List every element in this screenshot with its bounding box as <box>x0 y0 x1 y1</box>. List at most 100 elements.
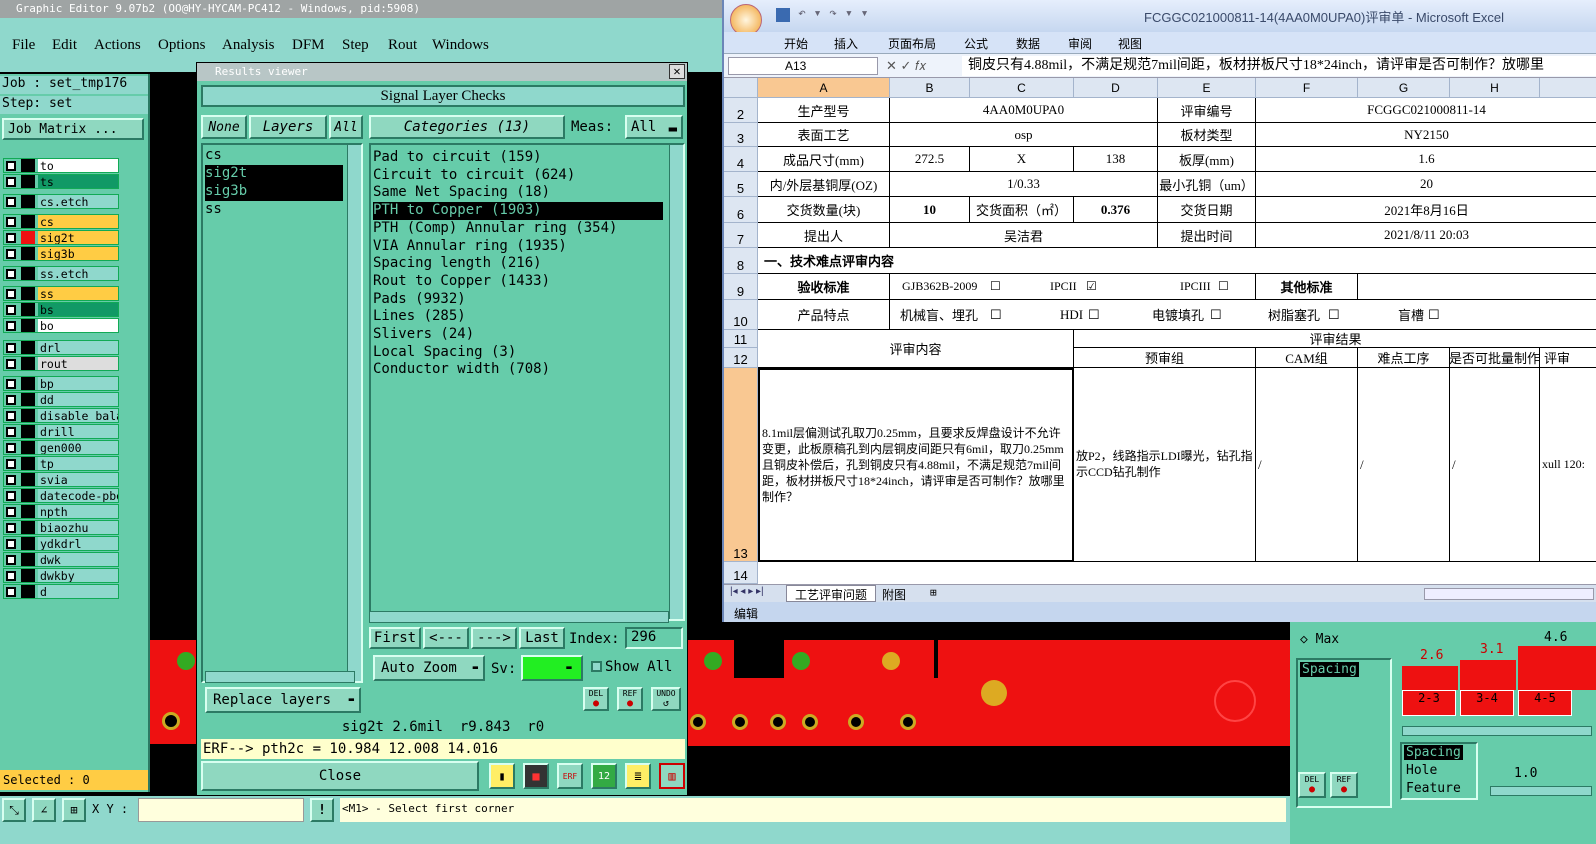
layer-item-tp[interactable]: tp <box>3 456 119 471</box>
tab-home[interactable]: 开始 <box>784 35 808 52</box>
cell[interactable]: 评审 <box>1540 348 1596 368</box>
layer-item-datecode-pbe[interactable]: datecode-pbe <box>3 488 119 503</box>
layer-checkbox[interactable] <box>6 571 16 581</box>
layer-checkbox[interactable] <box>6 459 16 469</box>
cell[interactable]: 内/外层基铜厚(OZ) <box>758 172 890 197</box>
cell[interactable]: / <box>1358 368 1450 562</box>
cell[interactable]: 难点工序 <box>1358 348 1450 368</box>
layer-checkbox[interactable] <box>6 289 16 299</box>
checkbox-icon[interactable]: ☐ <box>1428 307 1440 323</box>
cell[interactable]: 1/0.33 <box>890 172 1158 197</box>
categories-button[interactable]: Categories (13) <box>369 115 565 139</box>
prev-button[interactable]: <--- <box>423 627 469 649</box>
category-item[interactable]: PTH to Copper (1903) <box>373 202 663 220</box>
layer-checkbox[interactable] <box>6 555 16 565</box>
show-all-checkbox[interactable] <box>591 661 602 672</box>
cell[interactable]: 提出时间 <box>1158 223 1256 248</box>
category-item[interactable]: VIA Annular ring (1935) <box>373 238 663 256</box>
all-button[interactable]: All <box>329 115 363 139</box>
sheet-tab[interactable]: 附图 <box>882 586 906 603</box>
layer-item-bp[interactable]: bp <box>3 376 119 391</box>
histogram-icon[interactable]: ▥ <box>659 763 685 789</box>
cell[interactable]: 最小孔铜（um） <box>1158 172 1256 197</box>
cell[interactable]: / <box>1450 368 1540 562</box>
category-item[interactable]: PTH (Comp) Annular ring (354) <box>373 220 663 238</box>
row-header[interactable]: 12 <box>724 348 758 368</box>
layer-item-drill[interactable]: drill <box>3 424 119 439</box>
layer-checkbox[interactable] <box>6 507 16 517</box>
sheet-nav-icons[interactable]: |◂ ◂ ▸ ▸| <box>730 586 764 597</box>
row-header[interactable]: 4 <box>724 147 758 172</box>
layer-checkbox[interactable] <box>6 269 16 279</box>
first-button[interactable]: First <box>369 627 421 649</box>
erf-icon[interactable]: ERF <box>557 763 583 789</box>
category-item[interactable]: Same Net Spacing (18) <box>373 184 663 202</box>
category-item[interactable]: Rout to Copper (1433) <box>373 273 663 291</box>
layer-item-sig2t[interactable]: sig2t <box>3 230 119 245</box>
menu-dfm[interactable]: DFM <box>292 37 325 54</box>
col-header[interactable] <box>1540 78 1596 98</box>
formula-input[interactable]: 铜皮只有4.88mil，不满足规范7mil间距，板材拼板尺寸18*24inch，… <box>962 56 1596 76</box>
acceptance-options[interactable]: GJB362B-2009 ☐ IPCII ☑ IPCIII ☐ <box>890 274 1256 300</box>
menu-options[interactable]: Options <box>158 37 206 54</box>
layer-checkbox[interactable] <box>6 475 16 485</box>
row-header[interactable]: 5 <box>724 172 758 197</box>
graph-icon[interactable]: ▮ <box>489 763 515 789</box>
layer-item-svia[interactable]: svia <box>3 472 119 487</box>
col-header[interactable]: D <box>1074 78 1158 98</box>
cell[interactable]: xull 120: <box>1540 368 1596 562</box>
layer-item-cs[interactable]: cs <box>3 214 119 229</box>
cell[interactable]: 1.6 <box>1256 147 1596 172</box>
row-header[interactable]: 3 <box>724 123 758 147</box>
layer-item-disable_bala[interactable]: disable_bala <box>3 408 119 423</box>
category-item[interactable]: Slivers (24) <box>373 326 663 344</box>
layer-compare-icon[interactable]: 12 <box>591 763 617 789</box>
last-button[interactable]: Last <box>519 627 565 649</box>
col-header[interactable]: B <box>890 78 970 98</box>
layer-item-ss[interactable]: ss <box>3 286 119 301</box>
next-button[interactable]: ---> <box>471 627 517 649</box>
checkbox-icon[interactable]: ☐ <box>990 279 1001 294</box>
index-input[interactable]: 296 <box>625 627 683 649</box>
row-header[interactable]: 6 <box>724 197 758 223</box>
menu-actions[interactable]: Actions <box>94 37 141 54</box>
category-item[interactable]: Pads (9932) <box>373 291 663 309</box>
section-heading[interactable]: 一、技术难点评审内容 <box>758 248 1596 274</box>
grid-icon[interactable]: ⊞ <box>62 798 86 822</box>
cell[interactable]: 2021/8/11 20:03 <box>1256 223 1596 248</box>
cell[interactable]: 交货日期 <box>1158 197 1256 223</box>
checkbox-icon[interactable]: ☐ <box>1088 307 1100 323</box>
menu-file[interactable]: File <box>12 37 35 54</box>
undo-icon[interactable]: UNDO ↺ <box>651 687 681 711</box>
col-header[interactable]: E <box>1158 78 1256 98</box>
cell[interactable]: 板材类型 <box>1158 123 1256 147</box>
layer-item-ts[interactable]: ts <box>3 174 119 189</box>
layer-item-ss.etch[interactable]: ss.etch <box>3 266 119 281</box>
range-button[interactable]: 2-3 <box>1402 690 1456 716</box>
cell[interactable]: 放P2，线路指示LDI曝光，钻孔指示CCD钻孔制作 <box>1074 368 1256 562</box>
type-item[interactable]: Spacing <box>1404 745 1463 760</box>
category-item[interactable]: Local Spacing (3) <box>373 344 663 362</box>
del-icon[interactable]: DEL ● <box>583 687 609 711</box>
cell[interactable]: 20 <box>1256 172 1596 197</box>
layer-checkbox[interactable] <box>6 427 16 437</box>
cell[interactable]: 验收标准 <box>758 274 890 300</box>
highlight-icon[interactable]: ■ <box>523 763 549 789</box>
menu-step[interactable]: Step <box>342 37 369 54</box>
row-header[interactable]: 9 <box>724 274 758 300</box>
row-header[interactable]: 8 <box>724 248 758 274</box>
category-item[interactable]: Conductor width (708) <box>373 361 663 379</box>
auto-zoom-dropdown[interactable]: Auto Zoom ▬ <box>373 655 485 681</box>
cell[interactable]: 吴洁君 <box>890 223 1158 248</box>
cell[interactable]: 生产型号 <box>758 98 890 123</box>
checked-checkbox-icon[interactable]: ☑ <box>1086 279 1097 294</box>
report-icon[interactable]: ≣ <box>625 763 651 789</box>
layer-item-d[interactable]: d <box>3 584 119 599</box>
layer-item-cs.etch[interactable]: cs.etch <box>3 194 119 209</box>
layer-list-item[interactable]: ss <box>205 201 343 219</box>
row-header[interactable]: 13 <box>724 368 758 562</box>
analysis-item-spacing[interactable]: Spacing <box>1300 662 1359 677</box>
meas-dropdown[interactable]: All ▬ <box>625 115 683 139</box>
xy-input[interactable] <box>138 798 304 822</box>
categories-hscrollbar[interactable] <box>369 611 669 623</box>
